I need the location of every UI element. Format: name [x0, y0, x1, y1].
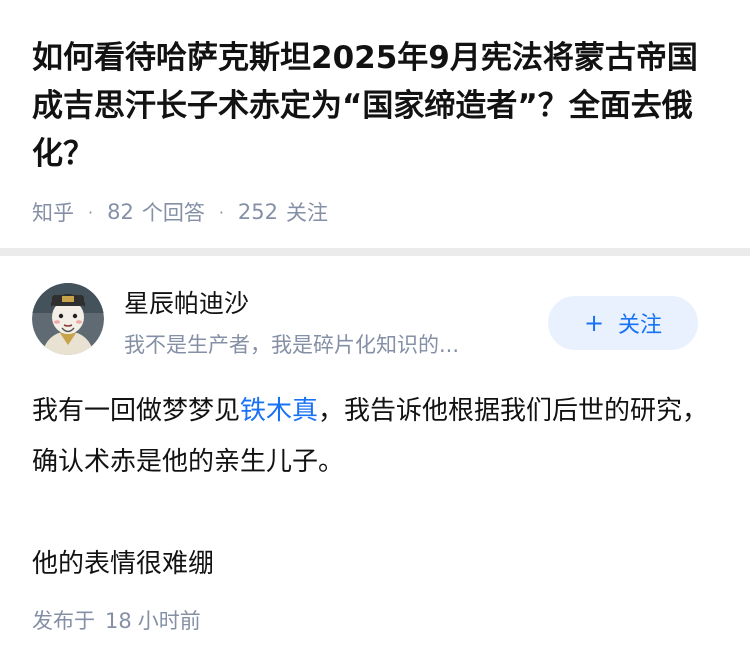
publish-time: 发布于 18 小时前 [32, 603, 201, 639]
followers-count: 252 [237, 200, 279, 224]
answers-count: 82 [107, 200, 134, 224]
answer-paragraph: 他的表情很难绷 [32, 549, 215, 579]
page: 如何看待哈萨克斯坦2025年9月宪法将蒙古帝国成吉思汗长子术赤定为“国家缔造者”… [0, 0, 750, 672]
follow-label: 关注 [618, 313, 663, 338]
publish-unit: 小时前 [137, 609, 201, 633]
question-card: 如何看待哈萨克斯坦2025年9月宪法将蒙古帝国成吉思汗长子术赤定为“国家缔造者”… [0, 0, 750, 248]
plus-icon: + [583, 309, 605, 337]
author-avatar[interactable] [32, 283, 104, 355]
source-label[interactable]: 知乎 [32, 197, 74, 227]
answers-label: 个回答 [141, 201, 205, 225]
answer-text: 我有一回做梦梦见 [32, 396, 241, 426]
question-meta: 知乎 · 82 个回答 · 252 关注 [32, 196, 328, 228]
follow-button[interactable]: + 关注 [548, 296, 698, 350]
author-name[interactable]: 星辰帕迪沙 [124, 287, 249, 321]
cartoon-avatar-icon [32, 283, 104, 355]
question-title[interactable]: 如何看待哈萨克斯坦2025年9月宪法将蒙古帝国成吉思汗长子术赤定为“国家缔造者”… [32, 34, 722, 178]
author-bio: 我不是生产者，我是碎片化知识的... [124, 333, 460, 357]
answer-card: 星辰帕迪沙 我不是生产者，我是碎片化知识的... + 关注 我有一回做梦梦见铁木… [0, 256, 750, 672]
answer-content: 我有一回做梦梦见铁木真，我告诉他根据我们后世的研究，确认术赤是他的亲生儿子。 他… [32, 386, 722, 590]
answer-paragraph: 我有一回做梦梦见铁木真，我告诉他根据我们后世的研究，确认术赤是他的亲生儿子。 [32, 386, 722, 488]
publish-value: 18 [105, 609, 132, 633]
meta-separator: · [88, 202, 94, 222]
meta-separator: · [218, 202, 224, 222]
followers-label: 关注 [286, 201, 329, 225]
answer-link-temujin[interactable]: 铁木真 [240, 396, 318, 426]
publish-prefix: 发布于 [32, 609, 95, 633]
